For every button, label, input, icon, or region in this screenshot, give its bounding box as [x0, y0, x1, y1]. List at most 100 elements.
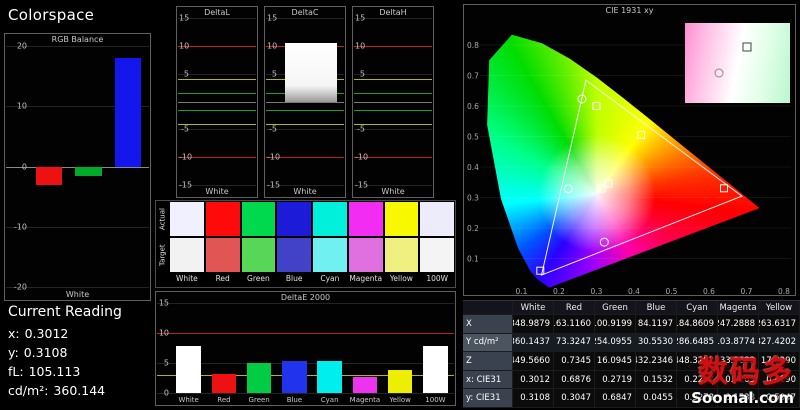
table-header-cell — [463, 301, 513, 315]
threshold-line — [266, 123, 344, 125]
y-tick-label: 0.6 — [467, 102, 479, 111]
swatch-actual-blue — [277, 202, 312, 236]
swatch-target-red — [205, 238, 240, 272]
y-tick-label: 10 — [267, 41, 278, 51]
bar-cyan — [317, 360, 342, 393]
threshold-line — [354, 45, 432, 47]
table-value-cell: 30.5530 — [636, 333, 677, 353]
x-axis-label: White — [293, 187, 317, 196]
y-tick-label: 10 — [16, 101, 27, 111]
threshold-line — [354, 109, 432, 111]
swatch-target-green — [241, 238, 276, 272]
swatch-target-yellow — [384, 238, 419, 272]
threshold-line — [178, 109, 256, 111]
table-value-cell: 432.2346 — [636, 352, 677, 371]
current-reading-panel: Current Reading x: 0.3012 y: 0.3108 fL: 105.1… — [8, 304, 122, 400]
category-label: Red — [217, 396, 231, 404]
grid-line — [354, 129, 432, 131]
y-tick-label: 0.5 — [467, 133, 479, 142]
swatch-target-100w — [420, 238, 455, 272]
y-tick-label: 5 — [359, 69, 365, 79]
table-value-cell: 0.7345 — [554, 352, 595, 371]
category-label: Yellow — [389, 396, 411, 404]
category-label: Cyan — [320, 396, 339, 404]
table-value-cell: 0.6847 — [595, 389, 636, 408]
swatch-target-magenta — [348, 238, 383, 272]
table-value-cell: 0.3047 — [554, 389, 595, 408]
white-zoom-inset — [685, 23, 790, 103]
y-tick-label: -10 — [355, 152, 369, 162]
grid-line — [266, 129, 344, 131]
threshold-line — [354, 123, 432, 125]
threshold-line — [157, 333, 454, 334]
x-tick-label: 0.2 — [553, 287, 565, 295]
table-value-cell: 16.0945 — [595, 352, 636, 371]
swatch-column-label: White — [175, 274, 198, 283]
table-value-cell: 0.1532 — [636, 370, 677, 390]
reading-item: cd/m²: 360.144 — [8, 381, 122, 400]
x-axis-label: White — [381, 187, 405, 196]
grid-line — [178, 129, 256, 131]
table-header-cell: Green — [595, 301, 636, 315]
reading-value: 105.113 — [28, 364, 81, 379]
table-value-cell: 84.1197 — [636, 315, 677, 334]
table-value-cell: 0.0455 — [636, 389, 677, 408]
threshold-line — [354, 93, 432, 95]
y-tick-label: -5 — [181, 124, 189, 134]
table-value-cell: 0.5047 — [759, 389, 800, 408]
swatch-actual-cyan — [313, 202, 347, 236]
table-value-cell: 0.3278 — [677, 389, 718, 408]
measured-circle-marker — [563, 184, 573, 194]
y-tick-label: 0 — [21, 162, 27, 171]
category-label: 100W — [425, 396, 446, 404]
table-value-cell: 348.9879 — [513, 315, 554, 334]
x-axis-label: White — [65, 290, 90, 299]
y-tick-label: 0.2 — [467, 224, 479, 233]
grid-line — [354, 18, 432, 19]
table-value-cell: 449.5660 — [513, 352, 554, 371]
threshold-line — [266, 101, 344, 103]
category-label: White — [178, 396, 199, 404]
table-row-label: X — [463, 315, 513, 334]
swatch-target-cyan — [313, 238, 347, 272]
grid-line — [157, 303, 454, 304]
swatch-column-label: Green — [247, 274, 270, 283]
y-tick-label: 0.8 — [467, 41, 479, 50]
bar-blue — [115, 58, 142, 167]
target-square-marker — [597, 184, 606, 193]
inset-square-marker — [742, 42, 752, 52]
grid-line — [6, 46, 149, 47]
y-tick-label: 20 — [16, 41, 27, 51]
table-value-cell: 286.6485 — [677, 333, 718, 353]
y-tick-label: 5 — [271, 69, 277, 79]
swatch-column-label: Cyan — [320, 274, 340, 283]
gamut-triangle — [540, 79, 743, 276]
table-value-cell: 0.6876 — [554, 370, 595, 390]
swatch-column-label: 100W — [426, 274, 449, 283]
table-value-cell: 247.2888 — [718, 315, 759, 334]
table-header-cell: White — [513, 301, 554, 315]
y-tick-label: 0.1 — [467, 255, 479, 264]
y-tick-label: 15 — [267, 13, 278, 23]
x-tick-label: 0.4 — [628, 287, 640, 295]
color-swatch-panel: Actual Target White Red Green Blue Cyan Magenta… — [155, 200, 456, 288]
threshold-line — [354, 101, 432, 103]
table-row-label: Z — [463, 352, 513, 371]
reading-item: y: 0.3108 — [8, 343, 122, 362]
table-value-cell: 184.8609 — [677, 315, 718, 334]
table-value-cell: 263.6317 — [759, 315, 800, 334]
reading-label: fL: — [8, 364, 24, 379]
swatch-actual-yellow — [384, 202, 419, 236]
category-label: Blue — [286, 396, 303, 404]
bar-green — [246, 363, 272, 393]
chart-title: DeltaE 2000 — [280, 293, 331, 302]
grid-line — [178, 73, 256, 75]
table-value-cell: 0.3209 — [718, 370, 759, 390]
delta-l-chart: DeltaL 15 10 5 -5 -10 -15 White — [176, 6, 258, 198]
table-value-cell: 254.0955 — [595, 333, 636, 353]
grid-line — [354, 73, 432, 75]
grid-line — [6, 287, 149, 288]
reading-value: 0.3012 — [24, 326, 69, 341]
table-value-cell: 433.9682 — [718, 352, 759, 371]
inset-circle-marker — [714, 68, 724, 78]
